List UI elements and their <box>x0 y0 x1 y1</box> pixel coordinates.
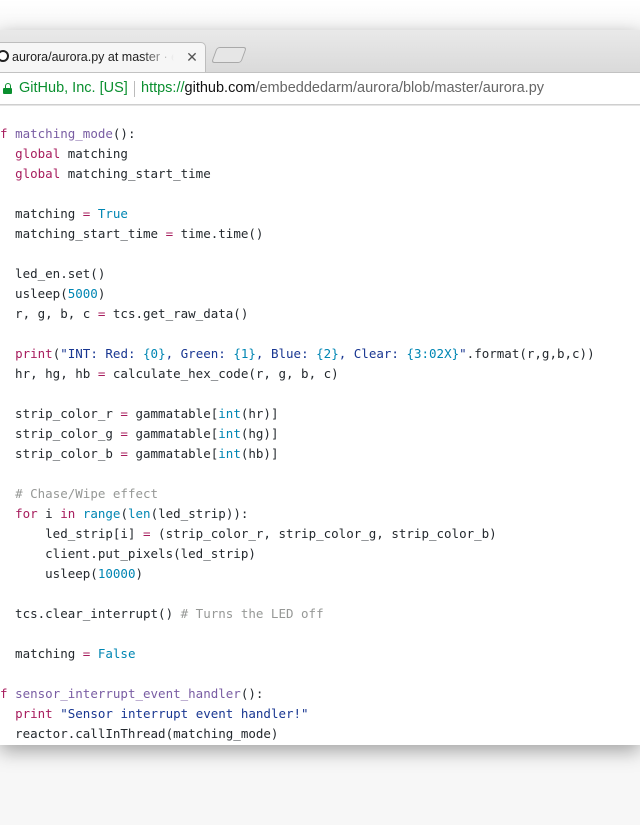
code-line: hr, hg, hb = calculate_hex_code(r, g, b,… <box>0 366 339 381</box>
url-text[interactable]: https://github.com/embeddedarm/aurora/bl… <box>141 80 544 96</box>
code-line: matching = False <box>0 646 136 661</box>
code-view: f matching_mode(): global matching globa… <box>0 124 595 744</box>
code-line: print("INT: Red: {0}, Green: {1}, Blue: … <box>15 346 595 361</box>
code-line: strip_color_g = gammatable[int(hg)] <box>0 426 279 441</box>
url-host: github.com <box>184 80 256 96</box>
code-line: usleep(10000) <box>0 566 144 581</box>
url-path: /embeddedarm/aurora/blob/master/aurora.p… <box>255 80 545 96</box>
code-line: led_en.set() <box>0 266 106 281</box>
code-line: strip_color_r = gammatable[int(hr)] <box>0 406 279 421</box>
code-line: tcs.clear_interrupt() # Turns the LED of… <box>0 606 324 621</box>
tab-aurora-py[interactable]: aurora/aurora.py at master · embeddedarm… <box>0 42 206 72</box>
code-line: f matching_mode(): <box>0 126 136 141</box>
new-tab-button[interactable] <box>211 47 247 63</box>
omnibox-divider <box>134 81 135 97</box>
code-line: matching = True <box>0 206 128 221</box>
code-line: for i in range(len(led_strip)): <box>15 506 249 521</box>
close-icon[interactable]: ✕ <box>185 49 199 65</box>
code-line: print "Sensor interrupt event handler!" <box>15 706 309 721</box>
code-line: led_strip[i] = (strip_color_r, strip_col… <box>0 526 497 541</box>
code-line: strip_color_b = gammatable[int(hb)] <box>0 446 279 461</box>
github-icon <box>0 50 9 62</box>
code-line: matching_start_time = time.time() <box>0 226 264 241</box>
url-scheme: https:// <box>141 80 185 96</box>
code-line: client.put_pixels(led_strip) <box>0 546 256 561</box>
code-line: r, g, b, c = tcs.get_raw_data() <box>0 306 249 321</box>
code-line: f sensor_interrupt_event_handler(): <box>0 686 264 701</box>
site-identity[interactable]: GitHub, Inc. [US] <box>19 80 128 96</box>
code-line: reactor.callInThread(matching_mode) <box>0 726 279 741</box>
browser-window: aurora/aurora.py at master · embeddedarm… <box>0 30 640 745</box>
code-line: global matching <box>15 146 128 161</box>
tab-strip: aurora/aurora.py at master · embeddedarm… <box>0 30 640 73</box>
code-line: global matching_start_time <box>15 166 211 181</box>
page-content: f matching_mode(): global matching globa… <box>0 105 640 745</box>
tab-title: aurora/aurora.py at master · embeddedarm… <box>12 50 174 64</box>
code-line: # Chase/Wipe effect <box>15 486 159 501</box>
lock-icon <box>3 83 12 94</box>
address-bar[interactable]: GitHub, Inc. [US] https://github.com/emb… <box>0 73 640 105</box>
code-line: usleep(5000) <box>0 286 106 301</box>
